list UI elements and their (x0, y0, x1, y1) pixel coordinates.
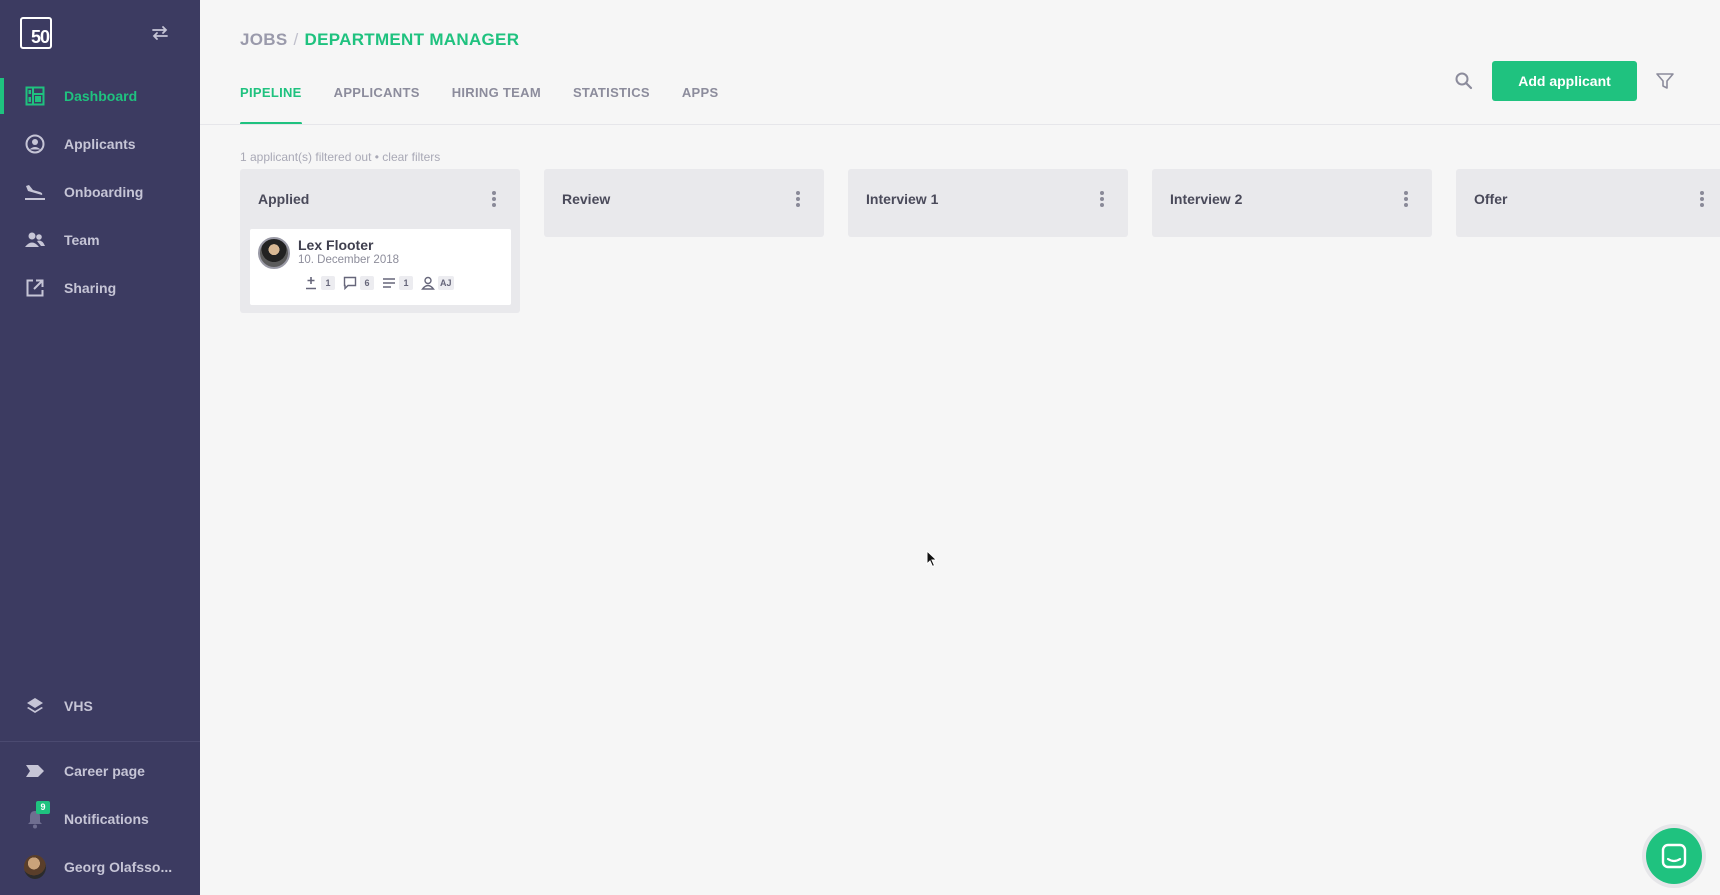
breadcrumb-jobs-link[interactable]: JOBS (240, 30, 288, 49)
breadcrumb: JOBS / DEPARTMENT MANAGER (240, 30, 519, 50)
sidebar-item-career-page[interactable]: Career page (0, 747, 200, 795)
sidebar-item-label: Notifications (64, 811, 149, 827)
sidebar-item-dashboard[interactable]: Dashboard (0, 72, 200, 120)
user-name: Georg Olafsso... (64, 859, 173, 875)
column-title: Applied (258, 191, 310, 207)
sidebar-item-label: Onboarding (64, 184, 144, 200)
app-logo[interactable]: 50 (20, 17, 52, 49)
column-header: Interview 2 (1152, 169, 1432, 229)
column-menu-icon[interactable] (1094, 189, 1110, 209)
pipeline-column-interview-1: Interview 1 (848, 169, 1128, 237)
tab-applicants[interactable]: APPLICANTS (334, 84, 420, 125)
comment-icon (343, 276, 357, 290)
pipeline-column-interview-2: Interview 2 (1152, 169, 1432, 237)
sidebar-item-label: Applicants (64, 136, 136, 152)
user-circle-icon (24, 133, 46, 155)
comment-count-badge: 6 (360, 276, 374, 290)
team-icon (24, 229, 46, 251)
sidebar: 50 Dashboard Applicants Onboarding Team … (0, 0, 200, 895)
assignee-initials-badge: AJ (438, 276, 454, 290)
chat-launcher-button[interactable] (1642, 824, 1706, 888)
column-title: Review (562, 191, 611, 207)
column-menu-icon[interactable] (1694, 189, 1710, 209)
sidebar-item-vhs[interactable]: VHS (0, 682, 200, 730)
filter-icon[interactable] (1655, 71, 1675, 91)
pipeline-column-applied: Applied Lex Flooter 10. December 2018 1 … (240, 169, 520, 313)
breadcrumb-current: DEPARTMENT MANAGER (304, 30, 520, 49)
sidebar-item-label: VHS (64, 698, 93, 714)
sidebar-item-label: Career page (64, 763, 145, 779)
job-tabs: PIPELINE APPLICANTS HIRING TEAM STATISTI… (240, 84, 750, 125)
column-header: Offer (1456, 169, 1720, 229)
notes-count-badge: 1 (399, 276, 413, 290)
sidebar-item-label: Dashboard (64, 88, 138, 104)
sidebar-item-onboarding[interactable]: Onboarding (0, 168, 200, 216)
sidebar-item-label: Team (64, 232, 100, 248)
main-nav: Dashboard Applicants Onboarding Team Sha… (0, 72, 200, 312)
sidebar-item-notifications[interactable]: 9 Notifications (0, 795, 200, 843)
mouse-cursor-icon (926, 550, 938, 568)
column-menu-icon[interactable] (486, 189, 502, 209)
user-avatar (24, 855, 46, 879)
assignee-icon (421, 276, 435, 290)
sidebar-item-applicants[interactable]: Applicants (0, 120, 200, 168)
applicant-name: Lex Flooter (298, 237, 374, 253)
sidebar-divider (0, 741, 200, 742)
column-title: Interview 2 (1170, 191, 1243, 207)
share-external-icon (24, 277, 46, 299)
breadcrumb-separator: / (293, 30, 299, 49)
column-header: Applied (240, 169, 520, 229)
sidebar-item-user-profile[interactable]: Georg Olafsso... (0, 843, 200, 891)
column-header: Review (544, 169, 824, 229)
column-menu-icon[interactable] (1398, 189, 1414, 209)
notes-icon (382, 276, 396, 290)
column-header: Interview 1 (848, 169, 1128, 229)
applicant-date: 10. December 2018 (298, 254, 400, 266)
tab-statistics[interactable]: STATISTICS (573, 84, 650, 125)
column-title: Offer (1474, 191, 1508, 207)
pipeline-column-review: Review (544, 169, 824, 237)
sidebar-item-sharing[interactable]: Sharing (0, 264, 200, 312)
chat-icon (1646, 828, 1702, 884)
sidebar-bottom: Career page 9 Notifications Georg Olafss… (0, 747, 200, 891)
layers-icon (24, 695, 46, 717)
applicant-avatar (258, 237, 290, 269)
tab-hiring-team[interactable]: HIRING TEAM (452, 84, 541, 125)
applicant-card[interactable]: Lex Flooter 10. December 2018 1 6 1 AJ (250, 229, 511, 305)
pipeline-column-offer: Offer (1456, 169, 1720, 237)
sidebar-item-label: Sharing (64, 280, 117, 296)
header-divider (200, 124, 1720, 125)
column-title: Interview 1 (866, 191, 939, 207)
filtered-out-note[interactable]: 1 applicant(s) filtered out • clear filt… (240, 150, 440, 164)
tag-icon (24, 760, 46, 782)
vote-icon (304, 276, 318, 290)
tab-pipeline[interactable]: PIPELINE (240, 84, 302, 125)
swap-arrows-icon[interactable] (150, 24, 170, 42)
plane-landing-icon (24, 181, 46, 203)
vote-count-badge: 1 (321, 276, 335, 290)
tab-apps[interactable]: APPS (682, 84, 719, 125)
search-icon[interactable] (1454, 71, 1474, 91)
add-applicant-button[interactable]: Add applicant (1492, 61, 1637, 101)
applicant-meta: 1 6 1 AJ (304, 276, 462, 290)
notification-count-badge: 9 (36, 801, 50, 814)
dashboard-icon (24, 85, 46, 107)
column-menu-icon[interactable] (790, 189, 806, 209)
sidebar-item-team[interactable]: Team (0, 216, 200, 264)
sidebar-section-vhs: VHS (0, 682, 200, 730)
